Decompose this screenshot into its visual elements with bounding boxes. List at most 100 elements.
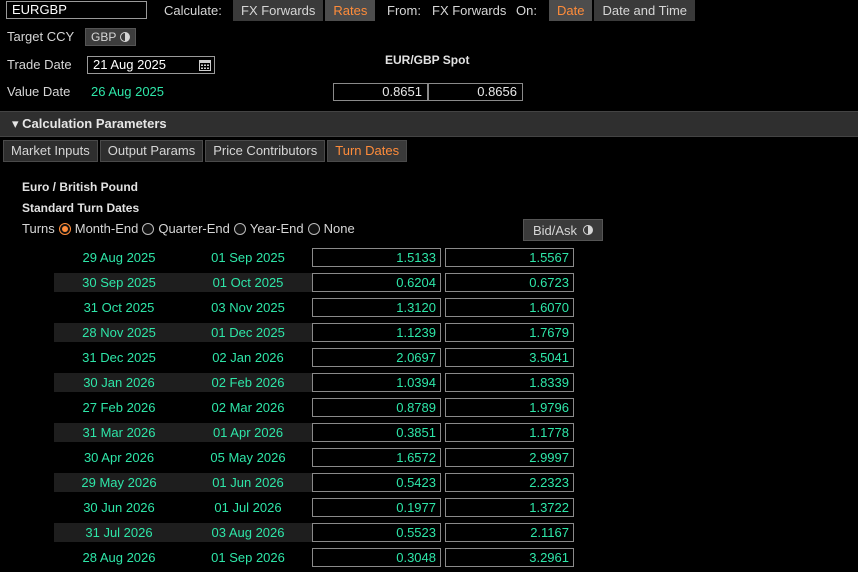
turn-bid-value: 1.3120 [312,298,441,317]
turn-start-date: 31 Mar 2026 [82,425,156,440]
spot-ask: 0.8656 [428,83,523,101]
turn-end-date: 01 Apr 2026 [212,425,284,440]
pair-title: Euro / British Pound [22,180,138,194]
turn-ask-value: 2.9997 [445,448,574,467]
table-row: 31 Jul 2026 03 Aug 2026 0.5523 2.1167 [54,520,578,545]
table-row: 30 Sep 2025 01 Oct 2025 0.6204 0.6723 [54,270,578,295]
calc-rates-button[interactable]: Rates [325,0,376,21]
turn-end-date: 03 Nov 2025 [211,300,285,315]
turn-start-date: 29 May 2026 [81,475,157,490]
toggle-icon [583,225,594,235]
radio-year-end[interactable] [233,222,246,235]
toggle-icon [120,32,131,42]
turn-end-date: 03 Aug 2026 [211,525,285,540]
turn-start-date: 31 Oct 2025 [83,300,155,315]
bid-ask-toggle-button[interactable]: Bid/Ask [523,219,603,241]
turn-bid-value: 0.5423 [312,473,441,492]
turn-start-date: 31 Dec 2025 [82,350,156,365]
from-value: FX Forwards [432,3,507,18]
on-toggle: Date Date and Time [549,0,697,21]
turn-end-date: 01 Sep 2026 [211,550,285,565]
value-date-label: Value Date [7,84,71,99]
trade-date-value: 21 Aug 2025 [93,57,167,72]
turns-label: Turns [22,221,55,236]
target-ccy-value: GBP [91,30,117,44]
turn-ask-value: 1.1778 [445,423,574,442]
turn-ask-value: 2.1167 [445,523,574,542]
turns-radio-group: Turns Month-End Quarter-End Year-End Non… [22,221,355,236]
turn-start-date: 30 Apr 2026 [83,450,155,465]
table-row: 30 Jun 2026 01 Jul 2026 0.1977 1.3722 [54,495,578,520]
turn-end-date: 02 Feb 2026 [211,375,285,390]
ticker-input[interactable]: EURGBP [6,1,147,19]
calendar-icon[interactable] [199,59,211,71]
turn-ask-value: 2.2323 [445,473,574,492]
turn-end-date: 01 Jun 2026 [212,475,284,490]
table-row: 31 Dec 2025 02 Jan 2026 2.0697 3.5041 [54,345,578,370]
turn-end-date: 05 May 2026 [210,450,286,465]
turn-dates-table: 29 Aug 2025 01 Sep 2025 1.5133 1.5567 30 Sep… [54,245,578,570]
radio-year-end-label: Year-End [249,221,304,236]
turn-bid-value: 1.5133 [312,248,441,267]
turn-end-date: 02 Jan 2026 [212,350,284,365]
turn-ask-value: 1.7679 [445,323,574,342]
turn-ask-value: 1.5567 [445,248,574,267]
turn-ask-value: 1.9796 [445,398,574,417]
turn-ask-value: 3.5041 [445,348,574,367]
turn-bid-value: 1.1239 [312,323,441,342]
trade-date-input[interactable]: 21 Aug 2025 [87,56,215,74]
turn-bid-value: 0.8789 [312,398,441,417]
turn-end-date: 01 Dec 2025 [211,325,285,340]
turn-ask-value: 3.2961 [445,548,574,567]
table-row: 31 Oct 2025 03 Nov 2025 1.3120 1.6070 [54,295,578,320]
turn-start-date: 29 Aug 2025 [82,250,156,265]
turn-ask-value: 1.8339 [445,373,574,392]
tab-price-contributors[interactable]: Price Contributors [205,140,326,162]
turn-bid-value: 0.6204 [312,273,441,292]
table-row: 30 Apr 2026 05 May 2026 1.6572 2.9997 [54,445,578,470]
radio-quarter-end-label: Quarter-End [158,221,230,236]
trade-date-label: Trade Date [7,57,72,72]
table-row: 29 May 2026 01 Jun 2026 0.5423 2.2323 [54,470,578,495]
turn-bid-value: 1.0394 [312,373,441,392]
tab-output-params[interactable]: Output Params [99,140,204,162]
radio-none-label: None [323,221,355,236]
table-row: 29 Aug 2025 01 Sep 2025 1.5133 1.5567 [54,245,578,270]
target-ccy-label: Target CCY [7,29,75,44]
radio-month-end[interactable] [58,222,71,235]
on-label: On: [516,3,537,18]
calculate-toggle: FX Forwards Rates [233,0,377,21]
bid-ask-label: Bid/Ask [532,222,578,238]
parameter-tabs: Market Inputs Output Params Price Contri… [3,140,409,162]
turn-end-date: 01 Jul 2026 [214,500,282,515]
turn-start-date: 30 Sep 2025 [82,275,156,290]
turn-ask-value: 0.6723 [445,273,574,292]
radio-quarter-end[interactable] [142,222,155,235]
turn-end-date: 01 Oct 2025 [212,275,284,290]
target-ccy-toggle[interactable]: GBP [85,28,137,46]
turn-end-date: 01 Sep 2025 [211,250,285,265]
table-row: 31 Mar 2026 01 Apr 2026 0.3851 1.1778 [54,420,578,445]
radio-month-end-label: Month-End [74,221,139,236]
spot-bid: 0.8651 [333,83,428,101]
turn-ask-value: 1.3722 [445,498,574,517]
turn-end-date: 02 Mar 2026 [211,400,285,415]
calculate-label: Calculate: [164,3,222,18]
table-row: 28 Aug 2026 01 Sep 2026 0.3048 3.2961 [54,545,578,570]
on-date-button[interactable]: Date [549,0,593,21]
turn-start-date: 31 Jul 2026 [85,525,153,540]
table-row: 28 Nov 2025 01 Dec 2025 1.1239 1.7679 [54,320,578,345]
radio-none[interactable] [307,222,320,235]
calculation-parameters-header[interactable]: ▾ Calculation Parameters [0,111,858,137]
turn-bid-value: 1.6572 [312,448,441,467]
turn-start-date: 27 Feb 2026 [82,400,156,415]
tab-turn-dates[interactable]: Turn Dates [327,140,408,162]
turn-start-date: 30 Jun 2026 [83,500,155,515]
table-row: 27 Feb 2026 02 Mar 2026 0.8789 1.9796 [54,395,578,420]
tab-market-inputs[interactable]: Market Inputs [3,140,98,162]
calc-fx-forwards-button[interactable]: FX Forwards [233,0,324,21]
on-date-time-button[interactable]: Date and Time [594,0,696,21]
turn-start-date: 28 Nov 2025 [82,325,156,340]
turn-start-date: 28 Aug 2026 [82,550,156,565]
turn-bid-value: 0.5523 [312,523,441,542]
